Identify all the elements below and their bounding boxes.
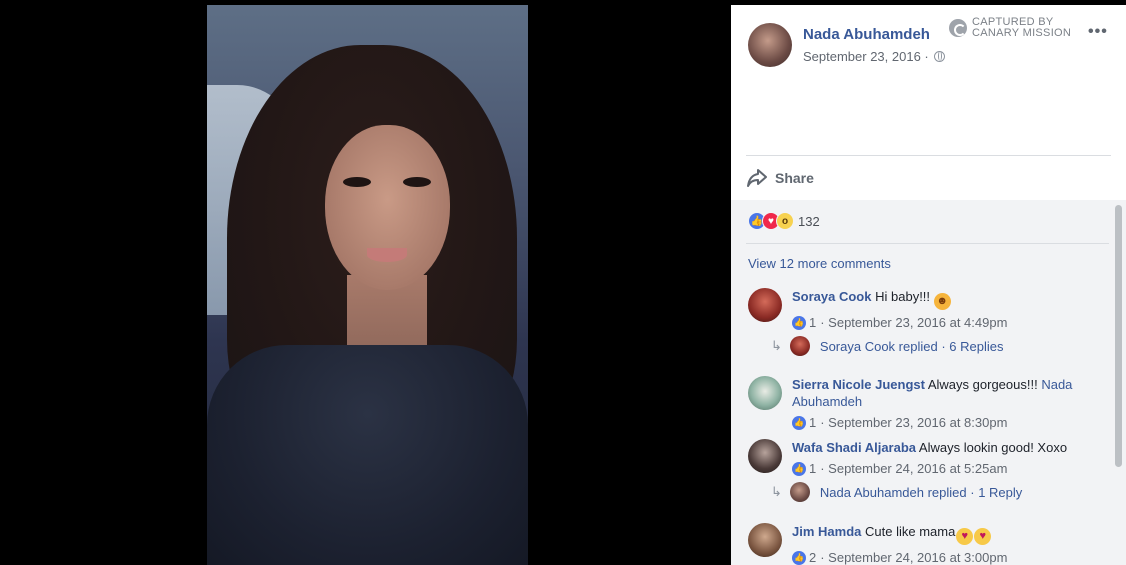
reply-arrow-icon: ↳	[771, 338, 782, 353]
more-options-icon[interactable]: •••	[1088, 23, 1108, 41]
comment-body: Soraya Cook Hi baby!!! ☻ 👍 1 · September…	[792, 288, 1092, 331]
globe-icon	[934, 51, 946, 62]
share-icon	[747, 169, 767, 187]
reply-avatar	[789, 482, 810, 502]
wow-icon: o	[776, 212, 794, 230]
photo-viewer	[0, 0, 731, 565]
author-avatar[interactable]	[748, 23, 792, 67]
replies-link[interactable]: ↳ Nada Abuhamdeh replied · 1 Reply	[771, 482, 1022, 502]
photo-eye-left	[343, 177, 371, 187]
cat-emoji-icon: ☻	[933, 293, 951, 310]
commenter-name[interactable]: Sierra Nicole Juengst	[792, 377, 925, 392]
photo-eye-right	[403, 177, 431, 187]
reply-count: · 6 Replies	[941, 338, 1004, 354]
commenter-avatar[interactable]	[748, 439, 782, 473]
comment-timestamp[interactable]: · September 24, 2016 at 5:25am	[820, 460, 1007, 477]
reactions-summary[interactable]: 👍 ♥ o 132	[748, 212, 820, 230]
photo-lips	[367, 248, 407, 262]
like-icon: 👍	[792, 315, 806, 330]
comment-meta: 👍 1 · September 23, 2016 at 8:30pm	[792, 414, 1092, 431]
like-icon: 👍	[792, 550, 806, 565]
post-side-panel: Nada Abuhamdeh September 23, 2016 · CAPT…	[731, 5, 1126, 565]
watermark-line2: CANARY MISSION	[972, 27, 1072, 39]
share-label: Share	[775, 170, 814, 186]
photo-shirt	[207, 345, 528, 565]
photo-face	[325, 125, 450, 290]
post-date-text[interactable]: September 23, 2016 ·	[803, 49, 929, 64]
comment-like-count[interactable]: 1	[809, 460, 816, 477]
reaction-count: 132	[798, 213, 820, 229]
reply-author: Nada Abuhamdeh replied	[819, 484, 967, 500]
commenter-name[interactable]: Wafa Shadi Aljaraba	[792, 440, 916, 455]
commenter-name[interactable]: Soraya Cook	[792, 289, 871, 304]
comment-text: Cute like mama	[865, 524, 956, 539]
share-button[interactable]: Share	[746, 155, 1111, 200]
comment-meta: 👍 1 · September 24, 2016 at 5:25am	[792, 460, 1092, 477]
comment-like-count[interactable]: 1	[809, 414, 816, 431]
reply-avatar	[789, 336, 810, 356]
post-header: Nada Abuhamdeh September 23, 2016 · CAPT…	[731, 5, 1126, 200]
comment-meta: 👍 2 · September 24, 2016 at 3:00pm	[792, 549, 1092, 565]
commenter-avatar[interactable]	[748, 376, 782, 410]
comments-section: 👍 ♥ o 132 View 12 more comments Soraya C…	[731, 200, 1126, 565]
post-photo[interactable]	[207, 5, 528, 565]
commenter-avatar[interactable]	[748, 288, 782, 322]
view-more-comments-link[interactable]: View 12 more comments	[748, 256, 891, 271]
comment-body: Jim Hamda Cute like mama ♥ ♥ 👍 2 · Septemb…	[792, 523, 1092, 565]
comment-text: Hi baby!!!	[875, 289, 931, 304]
comment-body: Wafa Shadi Aljaraba Always lookin good! …	[792, 439, 1092, 477]
comment-timestamp[interactable]: · September 23, 2016 at 8:30pm	[820, 414, 1007, 431]
reply-author: Soraya Cook replied	[819, 338, 938, 354]
post-date: September 23, 2016 ·	[803, 49, 946, 64]
comment-like-count[interactable]: 1	[809, 314, 816, 331]
commenter-avatar[interactable]	[748, 523, 782, 557]
comment-timestamp[interactable]: · September 24, 2016 at 3:00pm	[820, 549, 1007, 565]
reply-count: · 1 Reply	[970, 484, 1023, 500]
author-name[interactable]: Nada Abuhamdeh	[803, 26, 930, 43]
divider	[746, 243, 1109, 244]
like-icon: 👍	[792, 415, 806, 430]
like-icon: 👍	[792, 461, 806, 476]
watermark-text: CAPTURED BY CANARY MISSION	[972, 17, 1071, 39]
kiss-emoji-icon: ♥	[956, 528, 974, 545]
watermark: CAPTURED BY CANARY MISSION	[949, 17, 1071, 39]
comment-timestamp[interactable]: · September 23, 2016 at 4:49pm	[820, 314, 1007, 331]
comment-text: Always lookin good! Xoxo	[918, 440, 1068, 455]
reply-arrow-icon: ↳	[771, 484, 782, 499]
commenter-name[interactable]: Jim Hamda	[792, 524, 861, 539]
comment-like-count[interactable]: 2	[809, 549, 816, 565]
comments-scrollbar[interactable]	[1115, 205, 1122, 467]
kiss-emoji-icon: ♥	[974, 528, 992, 545]
comment-text: Always gorgeous!!!	[927, 377, 1038, 392]
canary-mission-icon	[949, 19, 967, 37]
comment-meta: 👍 1 · September 23, 2016 at 4:49pm	[792, 314, 1092, 331]
comment-body: Sierra Nicole Juengst Always gorgeous!!!…	[792, 376, 1092, 431]
replies-link[interactable]: ↳ Soraya Cook replied · 6 Replies	[771, 336, 1003, 356]
